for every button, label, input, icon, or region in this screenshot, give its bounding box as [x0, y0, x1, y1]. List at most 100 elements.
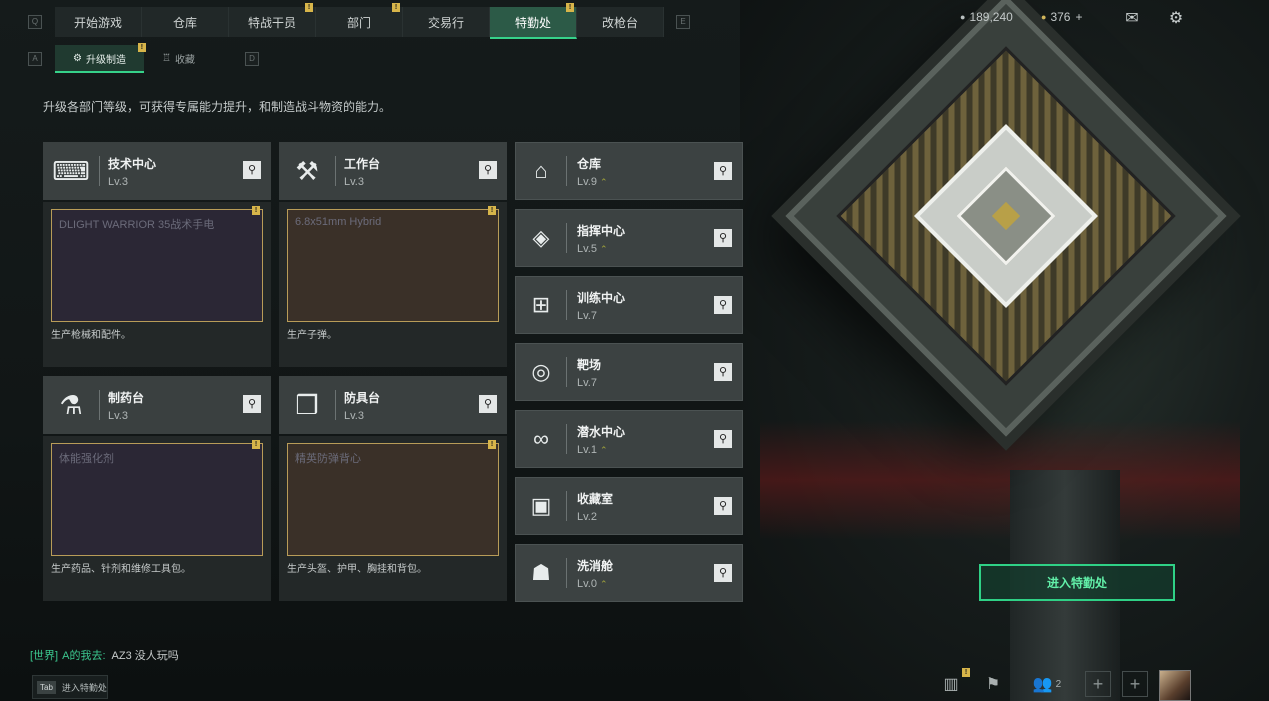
production-card-header[interactable]: ⚒ 工作台 Lv.3 ⚲	[279, 142, 507, 200]
production-item-slot[interactable]: 体能强化剂!	[51, 440, 263, 556]
chat-channel: [世界]	[30, 650, 59, 662]
production-item-title: 精英防弹背心	[295, 453, 361, 465]
subtab-collection[interactable]: ♖ 收藏	[144, 45, 213, 71]
production-badge: !	[252, 206, 260, 215]
chat-line[interactable]: [世界] A的我去: AZ3 没人玩吗	[30, 647, 179, 663]
microscope-icon: ⚗	[59, 389, 83, 420]
facility-item[interactable]: ⌂ 仓库 Lv.9 ⌃ ⚲	[515, 142, 743, 200]
subtab-key-right: D	[245, 52, 259, 66]
search-icon[interactable]: ⚲	[243, 161, 261, 179]
settings-gear-icon[interactable]: ⚙	[1166, 9, 1186, 29]
facility-name: 技术中心	[108, 156, 157, 171]
nav-tab[interactable]: 改枪台	[577, 7, 664, 37]
decon-icon: ☗	[531, 560, 551, 585]
production-card-body[interactable]: DLIGHT WARRIOR 35战术手电! 生产枪械和配件。	[43, 202, 271, 367]
flag-icon[interactable]: ⚑	[980, 671, 1006, 697]
page-description: 升级各部门等级，可获得专属能力提升，和制造战斗物资的能力。	[43, 100, 392, 114]
nav-tab-label: 部门	[346, 15, 371, 30]
search-icon[interactable]: ⚲	[479, 161, 497, 179]
chat-sender: A的我去:	[62, 650, 106, 662]
production-item-slot[interactable]: 精英防弹背心!	[287, 440, 499, 556]
goggles-icon: ∞	[533, 426, 549, 451]
production-card-body[interactable]: 体能强化剂! 生产药品、针剂和维修工具包。	[43, 436, 271, 601]
tab-hint-label: 进入特勤处	[61, 682, 107, 693]
nav-tab[interactable]: 开始游戏	[55, 7, 142, 37]
nav-tab[interactable]: 特战干员!	[229, 3, 316, 37]
nav-tabs: 开始游戏 仓库 特战干员! 部门! 交易行 特勤处! 改枪台	[55, 3, 664, 39]
production-description: 生产药品、针剂和维修工具包。	[51, 564, 191, 575]
premium-coin-icon: ●	[1041, 12, 1047, 22]
coin-balance: ● 189,240	[960, 10, 1013, 24]
friends-button[interactable]: 👥 2	[1030, 671, 1064, 697]
facility-level: Lv.7	[577, 376, 597, 389]
nav-tab-label: 仓库	[172, 15, 197, 30]
facility-level: Lv.3	[344, 409, 364, 422]
search-icon[interactable]: ⚲	[714, 363, 732, 381]
search-icon[interactable]: ⚲	[479, 395, 497, 413]
divider	[566, 156, 567, 186]
computer-icon: ⌨	[52, 155, 90, 186]
avatar[interactable]	[1159, 670, 1191, 701]
nav-tab-label: 交易行	[427, 15, 464, 30]
production-card-header[interactable]: ❒ 防具台 Lv.3 ⚲	[279, 376, 507, 434]
command-icon: ◈	[532, 225, 550, 250]
production-item-slot[interactable]: DLIGHT WARRIOR 35战术手电!	[51, 206, 263, 322]
facility-item[interactable]: ▣ 收藏室 Lv.2 ⚲	[515, 477, 743, 535]
enter-special-ops-button[interactable]: 进入特勤处	[979, 564, 1175, 601]
add-teammate-button-2[interactable]: +	[1122, 671, 1148, 697]
production-item-title: 体能强化剂	[59, 453, 114, 465]
search-icon[interactable]: ⚲	[243, 395, 261, 413]
upgrade-arrow-icon: ⌃	[599, 578, 608, 589]
chat-message: AZ3 没人玩吗	[111, 650, 179, 662]
production-card-body[interactable]: 6.8x51mm Hybrid! 生产子弹。	[279, 202, 507, 367]
facility-level: Lv.3	[108, 175, 128, 188]
facility-level: Lv.0	[577, 577, 597, 590]
facility-name: 防具台	[344, 390, 381, 405]
friends-icon: 👥	[1032, 676, 1053, 693]
friends-count: 2	[1055, 678, 1062, 690]
search-icon[interactable]: ⚲	[714, 229, 732, 247]
nav-tab[interactable]: 仓库	[142, 7, 229, 37]
tab-hint[interactable]: Tab 进入特勤处	[32, 675, 108, 699]
production-card-header[interactable]: ⌨ 技术中心 Lv.3 ⚲	[43, 142, 271, 200]
nav-tab-badge: !	[566, 3, 574, 12]
facility-name: 仓库	[577, 156, 602, 171]
divider	[566, 491, 567, 521]
search-icon[interactable]: ⚲	[714, 296, 732, 314]
search-icon[interactable]: ⚲	[714, 430, 732, 448]
nav-tab[interactable]: 部门!	[316, 3, 403, 37]
facility-item[interactable]: ∞ 潜水中心 Lv.1 ⌃ ⚲	[515, 410, 743, 468]
mail-icon[interactable]: ✉	[1122, 9, 1142, 29]
warehouse-icon: ⌂	[534, 158, 548, 183]
stats-icon[interactable]: ▥ !	[938, 668, 970, 697]
facility-name: 制药台	[108, 390, 145, 405]
production-badge: !	[488, 440, 496, 449]
facility-name: 工作台	[344, 156, 381, 171]
facility-item[interactable]: ⊞ 训练中心 Lv.7 ⚲	[515, 276, 743, 334]
upgrade-arrow-icon: ⌃	[599, 243, 608, 254]
target-icon: ◎	[531, 359, 551, 384]
facility-item[interactable]: ☗ 洗消舱 Lv.0 ⌃ ⚲	[515, 544, 743, 602]
search-icon[interactable]: ⚲	[714, 564, 732, 582]
nav-tab[interactable]: 特勤处!	[490, 3, 577, 39]
search-icon[interactable]: ⚲	[714, 497, 732, 515]
subtab-upgrade-craft[interactable]: ⚙ 升级制造 !	[55, 43, 146, 73]
production-badge: !	[252, 440, 260, 449]
collection-icon: ▣	[530, 493, 552, 518]
facility-level: Lv.1	[577, 443, 597, 456]
upgrade-arrow-icon: ⌃	[599, 176, 608, 187]
premium-balance[interactable]: ● 376 +	[1041, 10, 1082, 24]
add-teammate-button-1[interactable]: +	[1085, 671, 1111, 697]
production-description: 生产枪械和配件。	[51, 330, 131, 341]
special-ops-cube	[785, 0, 1227, 437]
sub-tabs: ⚙ 升级制造 ! ♖ 收藏	[55, 43, 213, 73]
facility-item[interactable]: ◈ 指挥中心 Lv.5 ⌃ ⚲	[515, 209, 743, 267]
search-icon[interactable]: ⚲	[714, 162, 732, 180]
facility-item[interactable]: ◎ 靶场 Lv.7 ⚲	[515, 343, 743, 401]
divider	[566, 290, 567, 320]
production-item-slot[interactable]: 6.8x51mm Hybrid!	[287, 206, 499, 322]
production-card-body[interactable]: 精英防弹背心! 生产头盔、护甲、胸挂和背包。	[279, 436, 507, 601]
nav-tab[interactable]: 交易行	[403, 7, 490, 37]
production-card-header[interactable]: ⚗ 制药台 Lv.3 ⚲	[43, 376, 271, 434]
facility-name: 潜水中心	[577, 424, 626, 439]
